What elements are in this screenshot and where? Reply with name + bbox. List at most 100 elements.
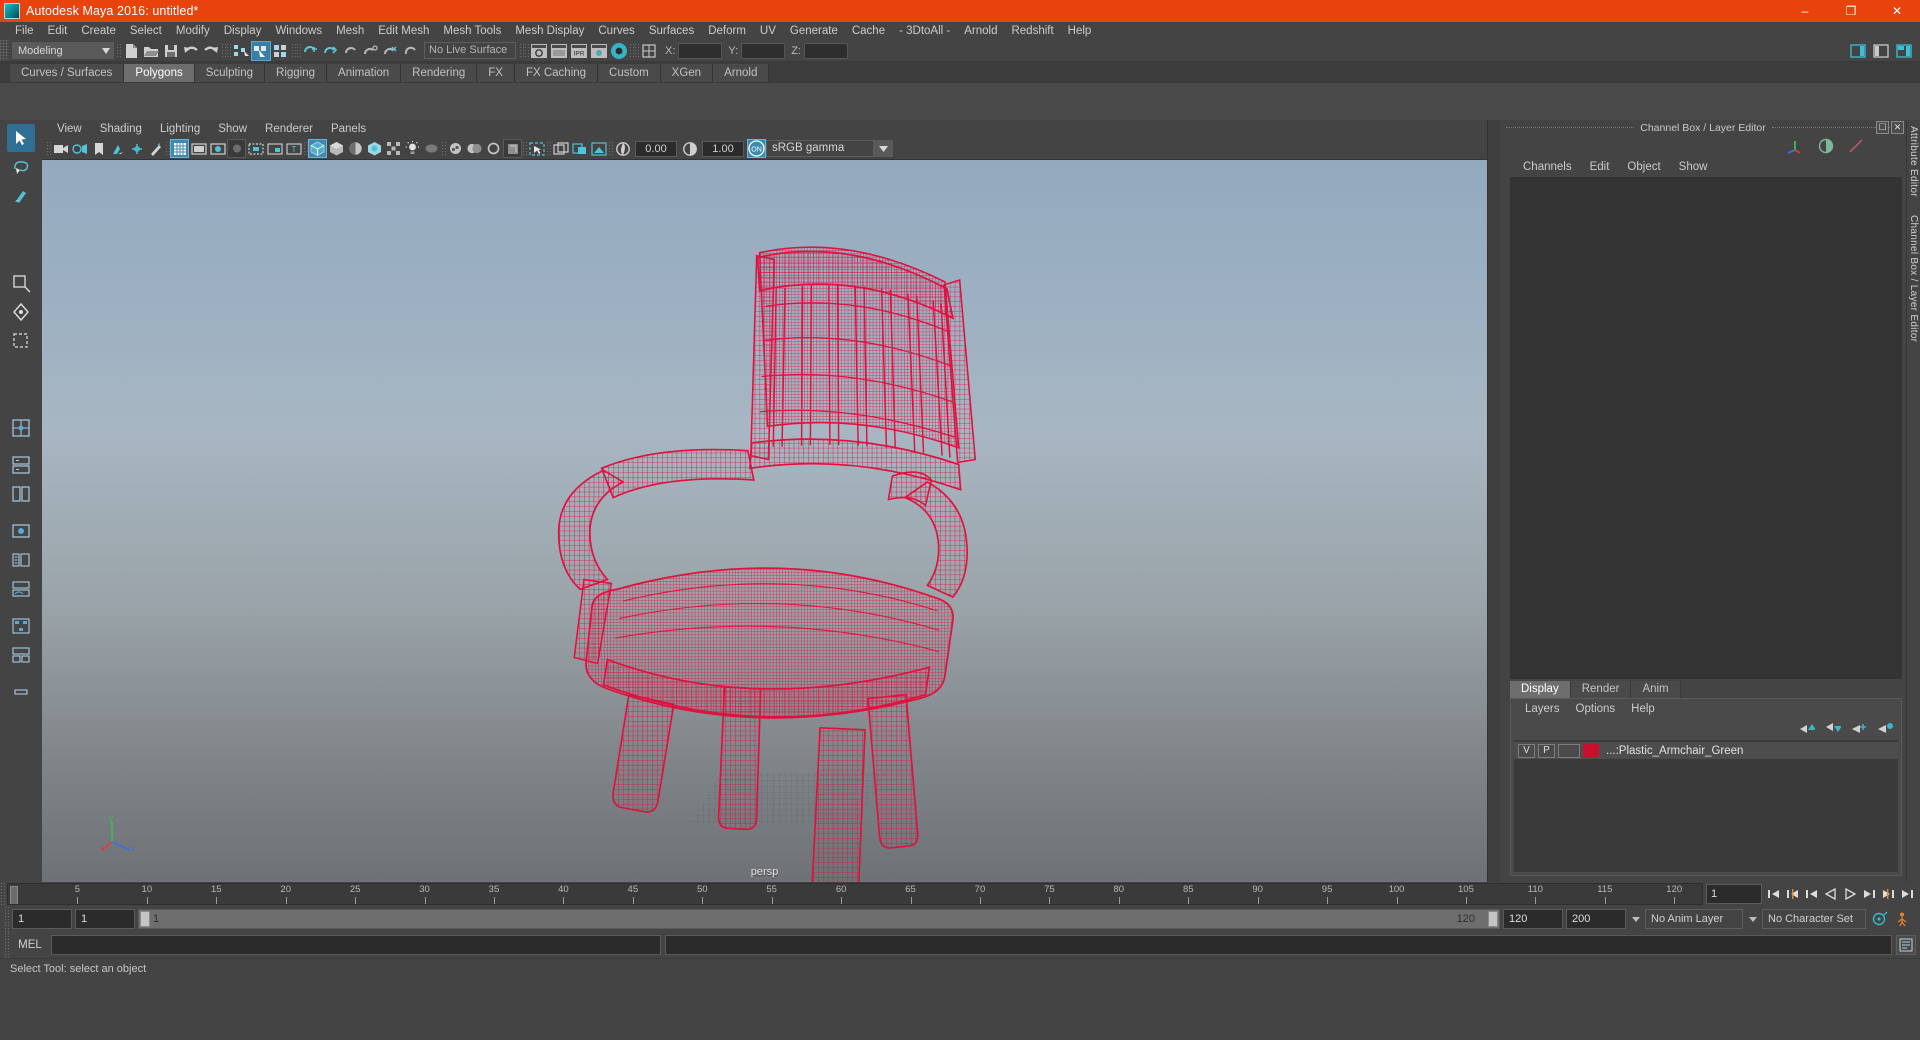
- viewport-menu-show[interactable]: Show: [209, 123, 256, 135]
- maximize-button[interactable]: ❐: [1828, 0, 1874, 22]
- film-gate-icon[interactable]: [189, 139, 208, 158]
- use-all-lights-icon[interactable]: [384, 139, 403, 158]
- screen-capture-icon[interactable]: [589, 139, 608, 158]
- menu-item-file[interactable]: File: [8, 22, 41, 40]
- shelf-tab-fx-caching[interactable]: FX Caching: [514, 64, 599, 82]
- auto-keyframe-icon[interactable]: [1869, 909, 1891, 929]
- menu-item-generate[interactable]: Generate: [783, 22, 845, 40]
- command-input[interactable]: [51, 935, 661, 955]
- go-to-end-icon[interactable]: [1898, 884, 1916, 904]
- resolution-gate-icon[interactable]: [208, 139, 227, 158]
- color-management-toggle-icon[interactable]: ON: [747, 139, 766, 158]
- exposure-icon[interactable]: [613, 139, 632, 158]
- save-scene-icon[interactable]: [161, 41, 181, 61]
- layer-color-swatch[interactable]: [1583, 743, 1599, 758]
- multisample-aa-icon[interactable]: [465, 139, 484, 158]
- sidebar-channel-box-icon[interactable]: [1894, 41, 1914, 61]
- menu-item-mesh[interactable]: Mesh: [329, 22, 371, 40]
- viewport-menu-view[interactable]: View: [48, 123, 91, 135]
- anim-end-field[interactable]: 200: [1566, 909, 1626, 929]
- redo-render-icon[interactable]: [549, 41, 569, 61]
- command-language-label[interactable]: MEL: [13, 939, 47, 951]
- step-forward-key-icon[interactable]: [1879, 884, 1897, 904]
- command-line-grip[interactable]: [4, 932, 9, 958]
- diagonal-line-icon[interactable]: [1848, 138, 1864, 154]
- xray-icon[interactable]: [527, 139, 546, 158]
- shelf-tab-arnold[interactable]: Arnold: [713, 64, 770, 82]
- motion-blur-icon[interactable]: [446, 139, 465, 158]
- range-slider-track[interactable]: 1 120: [138, 909, 1500, 929]
- viewport-menu-renderer[interactable]: Renderer: [256, 123, 322, 135]
- menu-item-3dtoall[interactable]: - 3DtoAll -: [892, 22, 957, 40]
- new-layer-from-selected-icon[interactable]: [1877, 722, 1893, 734]
- layer-tab-anim[interactable]: Anim: [1631, 681, 1681, 698]
- field-chart-icon[interactable]: [246, 139, 265, 158]
- shelf-tab-animation[interactable]: Animation: [327, 64, 402, 82]
- render-settings-icon[interactable]: [589, 41, 609, 61]
- menu-item-mesh-tools[interactable]: Mesh Tools: [436, 22, 508, 40]
- select-camera-icon[interactable]: [51, 139, 70, 158]
- isolate-select-icon[interactable]: [503, 139, 522, 158]
- redo-icon[interactable]: [201, 41, 221, 61]
- play-forwards-icon[interactable]: [1841, 884, 1859, 904]
- menu-item-mesh-display[interactable]: Mesh Display: [508, 22, 591, 40]
- layer-playback-toggle[interactable]: P: [1538, 743, 1555, 758]
- channel-box-menu-object[interactable]: Object: [1618, 161, 1669, 173]
- undo-icon[interactable]: [181, 41, 201, 61]
- menu-item-edit-mesh[interactable]: Edit Mesh: [371, 22, 436, 40]
- smooth-shade-all-icon[interactable]: [327, 139, 346, 158]
- current-frame-field[interactable]: 1: [1706, 884, 1762, 904]
- menu-item-create[interactable]: Create: [74, 22, 123, 40]
- shadows-icon[interactable]: [403, 139, 422, 158]
- snap-toggle-icon[interactable]: [401, 41, 421, 61]
- step-back-frame-icon[interactable]: [1803, 884, 1821, 904]
- manipulator-axis-icon[interactable]: [1786, 138, 1804, 154]
- time-slider-grip[interactable]: [0, 882, 5, 906]
- menu-item-display[interactable]: Display: [217, 22, 269, 40]
- undock-icon[interactable]: ☐: [1876, 121, 1889, 134]
- range-slider-grip[interactable]: [4, 906, 9, 932]
- menu-item-surfaces[interactable]: Surfaces: [642, 22, 701, 40]
- four-view-layout-icon[interactable]: [7, 414, 35, 442]
- move-tool-icon[interactable]: [7, 269, 35, 297]
- step-forward-frame-icon[interactable]: [1860, 884, 1878, 904]
- select-hierarchy-icon[interactable]: [231, 41, 251, 61]
- move-layer-up-icon[interactable]: [1799, 722, 1815, 734]
- channel-box-menu-edit[interactable]: Edit: [1581, 161, 1619, 173]
- menu-item-cache[interactable]: Cache: [845, 22, 892, 40]
- script-editor-icon[interactable]: [1896, 935, 1916, 955]
- camera-attributes-icon[interactable]: [70, 139, 89, 158]
- last-tool-icon[interactable]: [7, 678, 35, 706]
- persp-outliner-icon[interactable]: [7, 641, 35, 669]
- layer-menu-layers[interactable]: Layers: [1517, 703, 1568, 715]
- menu-item-redshift[interactable]: Redshift: [1004, 22, 1060, 40]
- safe-action-icon[interactable]: [265, 139, 284, 158]
- chevron-down-icon[interactable]: [98, 42, 114, 59]
- new-layer-icon[interactable]: [1851, 722, 1867, 734]
- menu-item-curves[interactable]: Curves: [591, 22, 641, 40]
- menu-item-select[interactable]: Select: [123, 22, 169, 40]
- menu-item-arnold[interactable]: Arnold: [957, 22, 1004, 40]
- shelf-tab-xgen[interactable]: XGen: [660, 64, 714, 82]
- toolbar-grip-handle[interactable]: [0, 40, 9, 61]
- paint-select-tool-icon[interactable]: [7, 182, 35, 210]
- live-surface-field[interactable]: No Live Surface: [424, 42, 516, 59]
- persp-graph-icon[interactable]: [7, 575, 35, 603]
- scale-tool-icon[interactable]: [7, 327, 35, 355]
- go-to-start-icon[interactable]: [1765, 884, 1783, 904]
- shelf-tab-curves-surfaces[interactable]: Curves / Surfaces: [10, 64, 125, 82]
- play-backwards-icon[interactable]: [1822, 884, 1840, 904]
- sidebar-tool-settings-icon[interactable]: [1871, 41, 1891, 61]
- show-manipulator-icon[interactable]: [639, 41, 659, 61]
- shade-textured-icon[interactable]: [365, 139, 384, 158]
- animation-preferences-icon[interactable]: [1894, 909, 1916, 929]
- range-end-handle[interactable]: [1488, 911, 1498, 927]
- menu-item-deform[interactable]: Deform: [701, 22, 753, 40]
- gamma-field[interactable]: 1.00: [702, 140, 744, 157]
- hypergraph-icon[interactable]: [7, 612, 35, 640]
- attribute-editor-tab[interactable]: Attribute Editor: [1908, 126, 1919, 197]
- current-time-indicator[interactable]: [10, 886, 18, 904]
- character-set-selector[interactable]: No Character Set: [1762, 909, 1866, 929]
- coord-x-field[interactable]: [678, 42, 723, 59]
- lasso-select-tool-icon[interactable]: [7, 153, 35, 181]
